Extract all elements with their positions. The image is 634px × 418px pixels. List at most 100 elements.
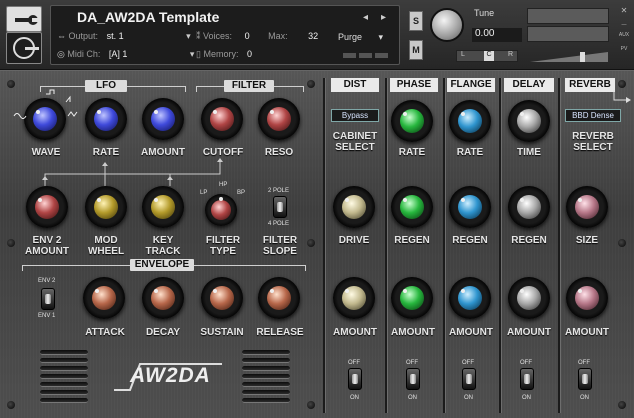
release-knob[interactable]	[258, 277, 300, 319]
knob-dot	[97, 110, 101, 114]
knob-dot	[520, 112, 524, 116]
reverb-off-label: OFF	[578, 360, 590, 366]
output-icon: ⇔	[57, 31, 69, 41]
pan-slider[interactable]: L C R	[456, 50, 518, 62]
divider	[385, 78, 387, 413]
sustain-knob[interactable]	[201, 277, 243, 319]
knob-dot	[345, 289, 349, 293]
next-instrument-icon[interactable]: ▸	[381, 12, 386, 23]
lfo-amount-knob[interactable]	[142, 98, 184, 140]
flange-rate-knob[interactable]	[449, 100, 491, 142]
knob-dot	[154, 289, 158, 293]
env2-amount-label: ENV 2 AMOUNT	[25, 235, 69, 257]
flange-regen-knob[interactable]	[449, 186, 491, 228]
reverb-amount-label: AMOUNT	[565, 327, 609, 338]
prev-instrument-icon[interactable]: ◂	[363, 12, 368, 23]
phase-amount-knob[interactable]	[391, 277, 433, 319]
screw	[7, 80, 15, 88]
delay-regen-knob[interactable]	[508, 186, 550, 228]
delay-title: DELAY	[504, 78, 554, 92]
filter-slope-label: FILTER SLOPE	[262, 235, 298, 257]
flange-amount-label: AMOUNT	[449, 327, 493, 338]
sustain-label: SUSTAIN	[200, 327, 244, 338]
key-track-knob[interactable]	[142, 186, 184, 228]
delay-amount-knob[interactable]	[508, 277, 550, 319]
filter-type-lp-label: LP	[200, 190, 208, 196]
pv-button[interactable]: PV	[616, 46, 632, 52]
tune-knob[interactable]	[430, 8, 464, 42]
close-icon[interactable]: ✕	[616, 6, 632, 15]
phase-bypass-switch[interactable]	[406, 368, 420, 390]
wrench-icon	[15, 15, 38, 25]
mod-wheel-label: MOD WHEEL	[87, 235, 125, 257]
midi-value: [A] 1	[108, 49, 128, 59]
phase-rate-knob[interactable]	[391, 100, 433, 142]
reverb-on-label: ON	[580, 395, 589, 401]
speaker-grille-right	[242, 350, 290, 404]
filter-type-hp-label: HP	[219, 182, 228, 188]
knob-dot	[403, 198, 407, 202]
filter-slope-switch[interactable]	[273, 196, 287, 218]
mod-wheel-knob[interactable]	[85, 186, 127, 228]
flange-off-label: OFF	[462, 360, 474, 366]
pan-right-label: R	[507, 51, 513, 58]
reverb-size-label: SIZE	[575, 235, 599, 246]
pan-left-label: L	[461, 51, 465, 58]
filter-slope-2pole-label: 2 POLE	[268, 188, 290, 194]
instrument-icon	[13, 37, 39, 59]
midi-row[interactable]: ◎ Midi Ch: [A] 1 ▾	[57, 49, 194, 60]
pan-handle[interactable]: C	[484, 51, 494, 61]
reverb-amount-knob[interactable]	[566, 277, 608, 319]
tune-value[interactable]: 0.00	[472, 28, 522, 42]
minimize-icon[interactable]: —	[616, 22, 632, 28]
decay-knob[interactable]	[142, 277, 184, 319]
flange-bypass-switch[interactable]	[462, 368, 476, 390]
attack-knob[interactable]	[83, 277, 125, 319]
solo-button[interactable]: S	[409, 11, 423, 31]
voices-icon: ⁑	[196, 31, 204, 41]
reverb-bypass-switch[interactable]	[578, 368, 592, 390]
knob-dot	[270, 110, 274, 114]
delay-bypass-switch[interactable]	[520, 368, 534, 390]
dist-drive-knob[interactable]	[333, 186, 375, 228]
aux-button[interactable]: AUX	[616, 32, 632, 38]
screw	[307, 401, 315, 409]
lfo-rate-knob[interactable]	[85, 98, 127, 140]
mute-button[interactable]: M	[409, 40, 423, 60]
knob-dot	[219, 197, 223, 201]
cabinet-select-dropdown[interactable]: Bypass	[331, 109, 379, 122]
instrument-logo-button[interactable]	[6, 32, 42, 64]
max-value[interactable]: 32	[308, 31, 318, 41]
instrument-title[interactable]: DA_AW2DA Template	[77, 9, 219, 25]
screw	[618, 401, 626, 409]
env2-switch-label: ENV 2	[38, 278, 56, 284]
delay-time-knob[interactable]	[508, 100, 550, 142]
filter-title: FILTER	[224, 80, 274, 92]
dist-bypass-switch[interactable]	[348, 368, 362, 390]
env2-amount-knob[interactable]	[26, 186, 68, 228]
cutoff-knob[interactable]	[201, 98, 243, 140]
reverb-select-dropdown[interactable]: BBD Dense	[565, 109, 621, 122]
level-meter-right	[527, 26, 609, 42]
speaker-grille-left	[40, 350, 88, 404]
reverb-size-knob[interactable]	[566, 186, 608, 228]
phase-regen-knob[interactable]	[391, 186, 433, 228]
wave-shape-icons	[13, 89, 78, 119]
knob-dot	[578, 289, 582, 293]
purge-dropdown[interactable]: Purge ▾	[338, 32, 396, 45]
mod-routing-lines	[42, 158, 223, 186]
divider	[499, 78, 501, 413]
env-select-switch[interactable]	[41, 288, 55, 310]
wrench-button[interactable]	[6, 6, 42, 32]
reso-knob[interactable]	[258, 98, 300, 140]
output-row[interactable]: ⇔ Output: st. 1 ▾	[57, 31, 191, 42]
output-value: st. 1	[106, 31, 124, 41]
volume-slider[interactable]	[530, 52, 608, 62]
dist-amount-knob[interactable]	[333, 277, 375, 319]
voices-label: Voices:	[203, 31, 233, 41]
midi-icon: ◎	[57, 49, 68, 59]
filter-type-bp-label: BP	[237, 190, 246, 196]
lfo-amount-label: AMOUNT	[141, 147, 185, 158]
filter-type-knob[interactable]	[205, 194, 237, 226]
flange-amount-knob[interactable]	[449, 277, 491, 319]
